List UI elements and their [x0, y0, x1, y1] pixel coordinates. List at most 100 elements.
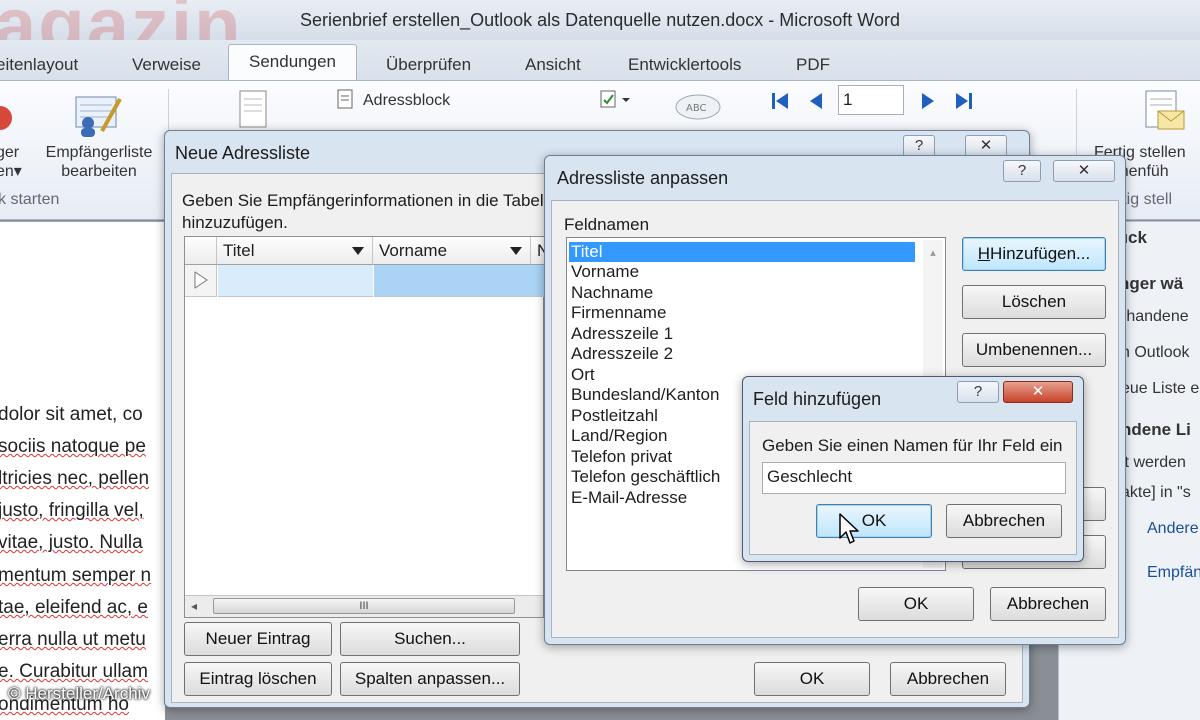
edit-recipient-list-icon — [75, 96, 122, 137]
tab-seitenlayout[interactable]: eitenlayout — [0, 50, 78, 80]
document-line: tae, eleifend ac, e — [0, 597, 148, 618]
document-line: justo, fringilla vel, — [0, 500, 144, 521]
search-button[interactable]: Suchen... — [340, 622, 520, 656]
document-line: dolor sit amet, co — [0, 404, 143, 425]
select-recipients-button[interactable]: ger en▾ — [0, 143, 22, 181]
last-record-icon[interactable] — [954, 91, 974, 111]
field-names-label: Feldnamen — [564, 215, 650, 234]
ribbon-tab-bar: eitenlayout Verweise Sendungen Überprüfe… — [0, 40, 1200, 80]
tab-sendungen[interactable]: Sendungen — [228, 44, 357, 80]
list-item[interactable]: Bundesland/Kanton — [569, 385, 719, 405]
pane-section-select: nger wä — [1119, 274, 1184, 293]
add-field-dialog: Feld hinzufügen ? ✕ Geben Sie einen Name… — [742, 376, 1084, 562]
list-item[interactable]: Postleitzahl — [569, 406, 658, 426]
customize-columns-button[interactable]: Spalten anpassen... — [340, 662, 520, 696]
dropdown-arrow-icon — [510, 247, 522, 255]
group-label-start: k starten — [0, 191, 60, 208]
edit-recipient-list-button[interactable]: Empfängerliste bearbeiten — [38, 143, 160, 181]
list-item[interactable]: Firmenname — [569, 303, 666, 323]
address-block-button[interactable]: Adressblock — [363, 91, 450, 110]
pane-link-other[interactable]: Andere — [1147, 520, 1199, 538]
record-number-input[interactable]: 1 — [838, 85, 904, 115]
pane-link-recipients[interactable]: Empfän — [1147, 564, 1200, 582]
dialog-title: Adressliste anpassen — [557, 168, 729, 188]
document-line: e. Curabitur ullam — [0, 661, 148, 682]
document-line: sociis natoque pe — [0, 436, 146, 457]
scroll-thumb[interactable]: III — [213, 598, 515, 614]
pane-option-existing[interactable]: rhandene — [1121, 308, 1189, 326]
pane-description: it werden — [1121, 454, 1186, 471]
delete-field-button[interactable]: Löschen — [962, 285, 1106, 319]
list-item[interactable]: Nachname — [569, 283, 653, 303]
previous-record-icon[interactable] — [806, 91, 826, 111]
close-button[interactable]: ✕ — [1053, 160, 1115, 182]
instruction-text: Geben Sie Empfängerinformationen in die … — [182, 191, 557, 232]
list-item[interactable]: Telefon privat — [569, 447, 672, 467]
pane-option-new[interactable]: eue Liste e — [1121, 380, 1199, 398]
ok-button[interactable]: OK — [858, 587, 974, 621]
tab-pdf[interactable]: PDF — [796, 50, 830, 80]
document-line: ltricies nec, pellen — [0, 468, 150, 489]
svg-text:ABC: ABC — [686, 103, 707, 114]
address-block-icon — [337, 89, 353, 109]
dialog-title: Feld hinzufügen — [753, 389, 882, 409]
list-item[interactable]: Vorname — [569, 262, 639, 282]
close-button[interactable]: ✕ — [965, 135, 1007, 157]
cell-firstname[interactable] — [374, 265, 544, 297]
document-line: erra nulla ut metu — [0, 629, 146, 650]
tab-ueberpruefen[interactable]: Überprüfen — [386, 50, 471, 80]
column-header-firstname[interactable]: Vorname — [373, 237, 531, 265]
list-item[interactable]: Adresszeile 1 — [569, 324, 673, 344]
first-record-icon[interactable] — [770, 91, 790, 111]
list-item[interactable]: Land/Region — [569, 426, 667, 446]
document-line: vitae, justo. Nulla — [0, 532, 143, 553]
list-item[interactable]: Titel — [569, 242, 915, 262]
row-selector[interactable] — [185, 265, 217, 297]
cell-title[interactable] — [218, 265, 373, 297]
new-entry-button[interactable]: Neuer Eintrag — [184, 622, 332, 656]
list-item[interactable]: Adresszeile 2 — [569, 344, 673, 364]
list-item[interactable]: Telefon geschäftlich — [569, 467, 720, 487]
next-record-icon[interactable] — [918, 91, 938, 111]
ok-button[interactable]: OK — [754, 662, 870, 696]
entry-grid[interactable]: Titel Vorname N ◂ III — [184, 236, 551, 618]
help-button[interactable]: ? — [903, 135, 935, 157]
column-header-title[interactable]: Titel — [217, 237, 373, 265]
rename-field-button[interactable]: Umbenennen... — [962, 333, 1106, 367]
list-item[interactable]: E-Mail-Adresse — [569, 488, 687, 508]
image-credit: © Hersteller/Archiv — [8, 684, 150, 703]
cancel-button[interactable]: Abbrechen — [890, 662, 1006, 696]
document-line: mentum semper n — [0, 565, 152, 586]
tab-entwicklertools[interactable]: Entwicklertools — [628, 50, 741, 80]
list-item[interactable]: Ort — [569, 365, 595, 385]
help-button[interactable]: ? — [957, 381, 999, 403]
field-name-input[interactable]: Geschlecht — [762, 462, 1066, 494]
delete-entry-button[interactable]: Eintrag löschen — [184, 662, 332, 696]
dropdown-arrow-icon — [352, 247, 364, 255]
horizontal-scrollbar[interactable]: ◂ III — [185, 595, 543, 617]
scroll-left-icon[interactable]: ◂ — [191, 599, 197, 613]
pane-section-existing: ndene Li — [1121, 420, 1191, 439]
cancel-button[interactable]: Abbrechen — [990, 587, 1106, 621]
dialog-body: Geben Sie einen Namen für Ihr Feld ein G… — [749, 421, 1077, 555]
finish-merge-icon — [1145, 90, 1185, 130]
dialog-title: Neue Adressliste — [175, 143, 311, 163]
ok-button[interactable]: OK — [816, 504, 932, 538]
help-button[interactable]: ? — [1003, 160, 1041, 182]
rules-icon — [600, 90, 630, 108]
scroll-up-icon[interactable]: ▴ — [923, 240, 943, 259]
row-pointer-icon — [194, 271, 208, 289]
tab-verweise[interactable]: Verweise — [132, 50, 201, 80]
select-recipients-icon — [0, 106, 12, 130]
pane-description: akte] in "s — [1121, 484, 1191, 501]
document-fields-icon — [239, 90, 267, 128]
add-field-button[interactable]: HHinzufügen... — [962, 237, 1106, 271]
field-name-prompt: Geben Sie einen Namen für Ihr Feld ein — [762, 436, 1063, 455]
close-button[interactable]: ✕ — [1003, 381, 1073, 403]
document-page[interactable]: dolor sit amet, co sociis natoque pe ltr… — [0, 221, 165, 720]
tab-ansicht[interactable]: Ansicht — [525, 50, 581, 80]
pane-option-outlook[interactable]: n Outlook — [1121, 344, 1189, 362]
window-title: Serienbrief erstellen_Outlook als Datenq… — [300, 9, 900, 30]
cancel-button[interactable]: Abbrechen — [946, 504, 1062, 538]
mouse-cursor-icon — [839, 513, 859, 544]
